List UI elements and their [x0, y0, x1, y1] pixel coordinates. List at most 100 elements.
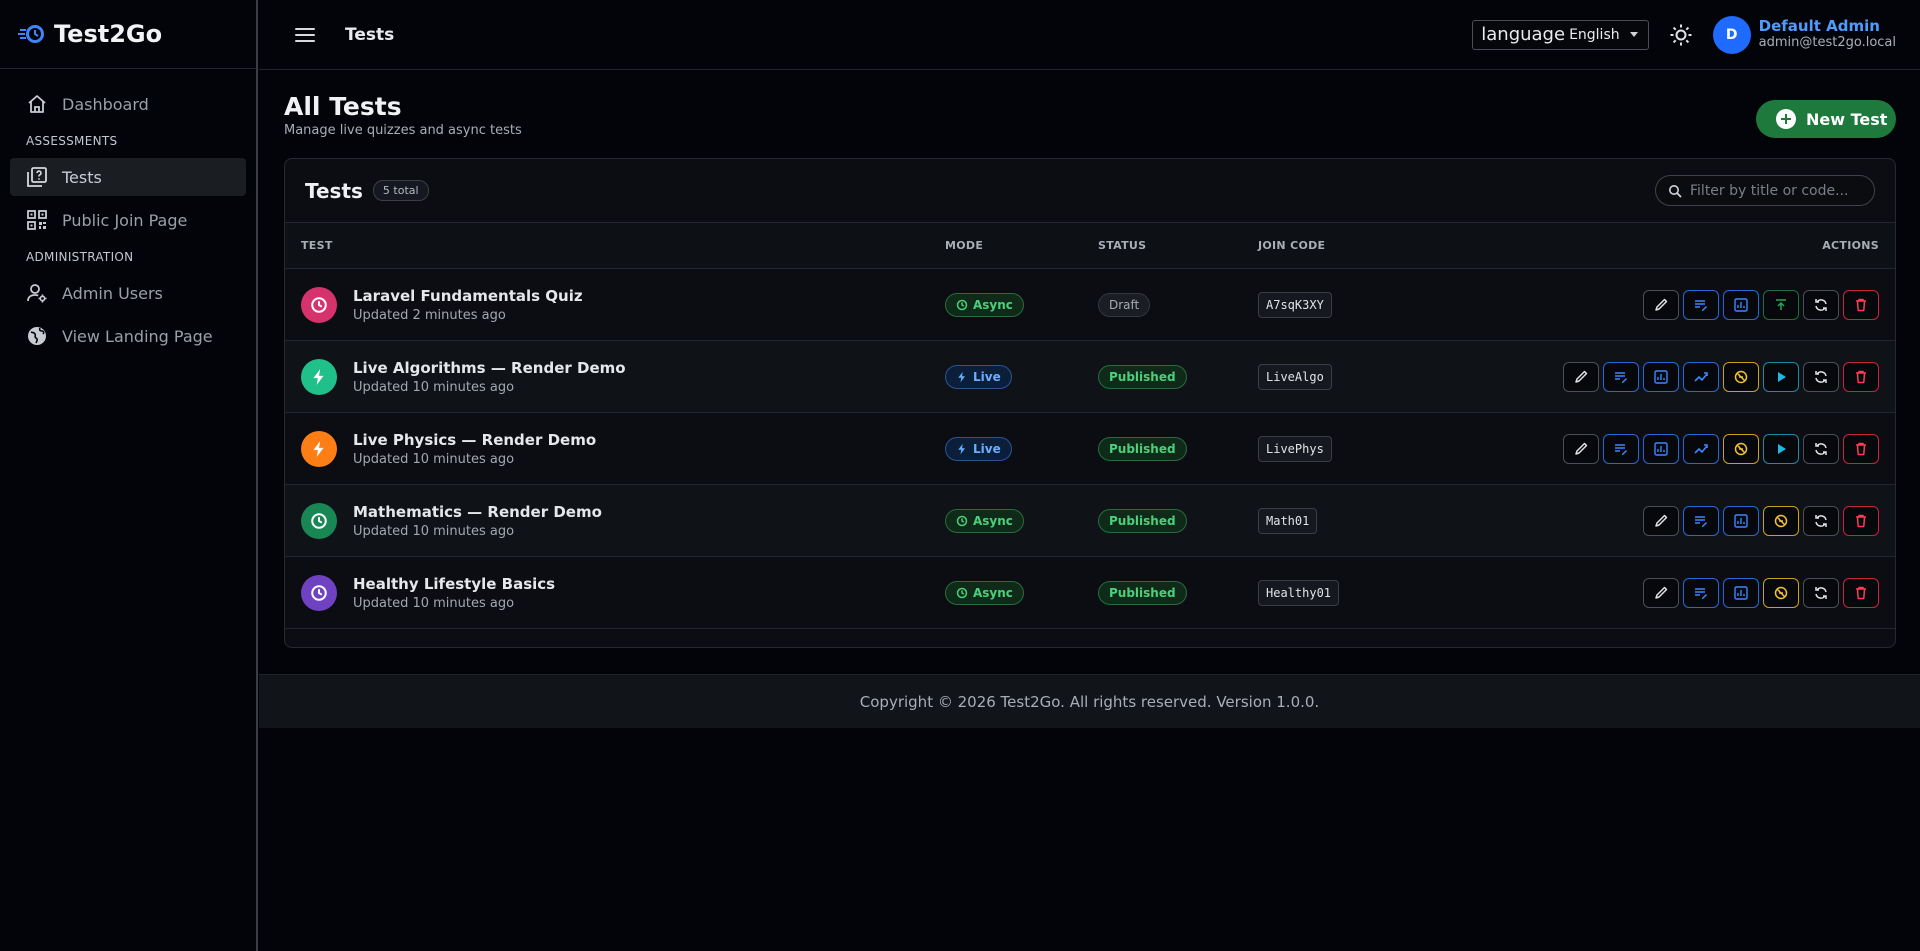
sidebar-item-dashboard[interactable]: Dashboard: [10, 85, 246, 123]
trend-icon: [1693, 369, 1709, 385]
mode-badge: Async: [945, 508, 1024, 533]
sidebar-item-label: Dashboard: [62, 94, 149, 114]
analytics-button[interactable]: [1683, 361, 1719, 392]
top-bar: Tests language English D Default Admin a…: [259, 0, 1920, 70]
globe-icon: [28, 327, 46, 345]
brand[interactable]: Test2Go: [0, 0, 256, 69]
clock-icon: [956, 515, 968, 526]
publish-button[interactable]: [1763, 289, 1799, 320]
nav-section-assessments: ASSESSMENTS: [26, 134, 118, 148]
clock-icon: [301, 502, 337, 539]
chevron-down-icon: [1629, 32, 1638, 37]
delete-button[interactable]: [1843, 577, 1879, 608]
menu-toggle-icon[interactable]: [295, 27, 315, 42]
home-icon: [28, 95, 46, 113]
refresh-icon: [1813, 585, 1829, 601]
regenerate-code-button[interactable]: [1803, 577, 1839, 608]
sidebar-item-landing[interactable]: View Landing Page: [10, 317, 246, 355]
publish-icon: [1773, 297, 1789, 313]
edit-button[interactable]: [1643, 577, 1679, 608]
user-email: admin@test2go.local: [1758, 34, 1896, 50]
bolt-icon: [301, 430, 337, 467]
edit-button[interactable]: [1643, 505, 1679, 536]
pencil-icon: [1573, 369, 1589, 385]
questions-button[interactable]: [1603, 361, 1639, 392]
delete-button[interactable]: [1843, 433, 1879, 464]
test-updated: Updated 10 minutes ago: [353, 452, 515, 467]
start-live-button[interactable]: [1763, 433, 1799, 464]
row-actions: [1643, 505, 1879, 536]
results-button[interactable]: [1723, 577, 1759, 608]
header-actions: ACTIONS: [1822, 239, 1879, 252]
regenerate-code-button[interactable]: [1803, 505, 1839, 536]
refresh-icon: [1813, 441, 1829, 457]
card-title: Tests: [305, 178, 363, 203]
sidebar-item-tests[interactable]: Tests: [10, 158, 246, 196]
regenerate-code-button[interactable]: [1803, 289, 1839, 320]
sidebar-item-label: Tests: [62, 167, 102, 187]
mode-label: Async: [973, 585, 1013, 600]
page-subtitle: Manage live quizzes and async tests: [284, 123, 522, 138]
sidebar-item-admin-users[interactable]: Admin Users: [10, 274, 246, 312]
results-button[interactable]: [1723, 289, 1759, 320]
language-select[interactable]: language English: [1472, 19, 1649, 50]
delete-button[interactable]: [1843, 361, 1879, 392]
mode-label: Live: [973, 369, 1001, 384]
unpublish-icon: [1773, 585, 1789, 601]
avatar[interactable]: D: [1712, 15, 1751, 54]
table-row: Healthy Lifestyle Basics Updated 10 minu…: [285, 557, 1895, 629]
user-info[interactable]: Default Admin admin@test2go.local: [1759, 18, 1896, 50]
questions-button[interactable]: [1683, 577, 1719, 608]
delete-button[interactable]: [1843, 505, 1879, 536]
tests-card: Tests 5 total TEST MODE STATUS JOIN CODE…: [284, 158, 1896, 648]
unpublish-button[interactable]: [1763, 505, 1799, 536]
questions-button[interactable]: [1683, 289, 1719, 320]
join-code: LiveAlgo: [1258, 363, 1332, 390]
status-badge: Draft: [1098, 292, 1151, 317]
test-title[interactable]: Healthy Lifestyle Basics: [353, 575, 555, 593]
mode-label: Async: [973, 297, 1013, 312]
unpublish-icon: [1733, 441, 1749, 457]
edit-button[interactable]: [1563, 433, 1599, 464]
test-title[interactable]: Mathematics — Render Demo: [353, 503, 602, 521]
questions-button[interactable]: [1603, 433, 1639, 464]
row-actions: [1643, 289, 1879, 320]
theme-toggle-sun-icon[interactable]: [1669, 23, 1693, 47]
start-live-button[interactable]: [1763, 361, 1799, 392]
search-icon: [1669, 184, 1682, 198]
sidebar-item-label: Admin Users: [62, 283, 163, 303]
filter-input[interactable]: [1690, 182, 1860, 199]
mode-label: Live: [973, 441, 1001, 456]
join-code: A7sqK3XY: [1258, 291, 1332, 318]
unpublish-button[interactable]: [1723, 361, 1759, 392]
play-icon: [1773, 369, 1789, 385]
brand-name: Test2Go: [54, 20, 163, 48]
test-title[interactable]: Live Algorithms — Render Demo: [353, 359, 626, 377]
pencil-icon: [1653, 585, 1669, 601]
test-title[interactable]: Laravel Fundamentals Quiz: [353, 287, 583, 305]
sidebar-item-public-join[interactable]: Public Join Page: [10, 201, 246, 239]
regenerate-code-button[interactable]: [1803, 361, 1839, 392]
edit-button[interactable]: [1643, 289, 1679, 320]
results-button[interactable]: [1643, 433, 1679, 464]
unpublish-button[interactable]: [1763, 577, 1799, 608]
status-badge: Published: [1098, 580, 1187, 605]
questions-button[interactable]: [1683, 505, 1719, 536]
test-updated: Updated 10 minutes ago: [353, 380, 515, 395]
analytics-button[interactable]: [1683, 433, 1719, 464]
regenerate-code-button[interactable]: [1803, 433, 1839, 464]
bolt-icon: [958, 371, 965, 382]
unpublish-icon: [1733, 369, 1749, 385]
results-button[interactable]: [1723, 505, 1759, 536]
delete-button[interactable]: [1843, 289, 1879, 320]
edit-button[interactable]: [1563, 361, 1599, 392]
filter-box: [1655, 175, 1875, 206]
quiz-icon: [27, 167, 47, 187]
results-button[interactable]: [1643, 361, 1679, 392]
unpublish-button[interactable]: [1723, 433, 1759, 464]
sidebar-nav: Dashboard ASSESSMENTS Tests Public Join …: [0, 69, 256, 355]
new-test-button[interactable]: New Test: [1756, 100, 1896, 138]
mode-badge: Live: [945, 364, 1012, 389]
test-title[interactable]: Live Physics — Render Demo: [353, 431, 596, 449]
mode-badge: Async: [945, 580, 1024, 605]
